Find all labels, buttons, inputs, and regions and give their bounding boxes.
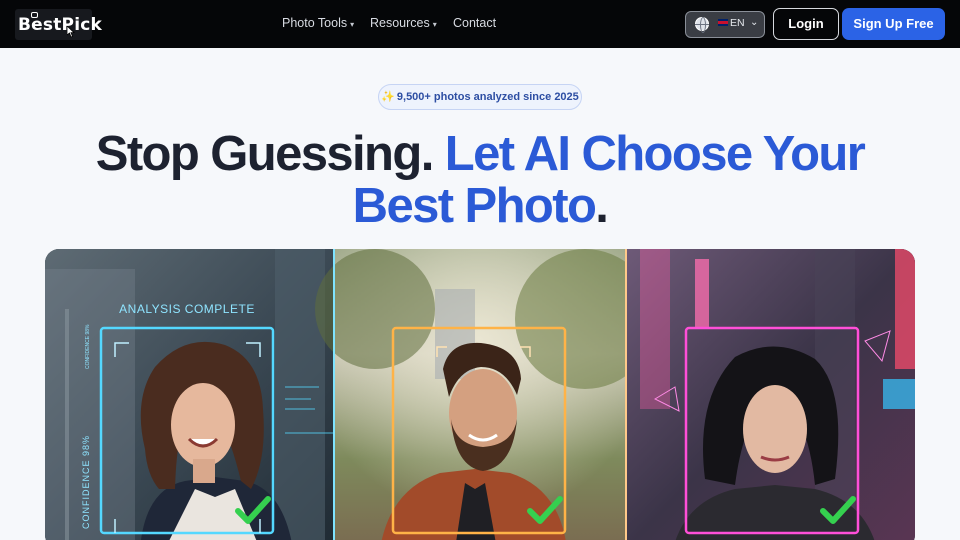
headline-blue-2: Best Photo <box>352 179 597 233</box>
headline-blue: Let AI Choose Your <box>444 127 866 181</box>
caret-down-icon: ▾ <box>432 20 437 29</box>
menu-photo-tools[interactable]: Photo Tools ▾ <box>282 16 354 30</box>
language-label: EN <box>730 17 745 29</box>
chevron-down-icon: ⌄ <box>750 17 759 28</box>
logo[interactable]: BestPick <box>15 9 102 40</box>
menu-resources[interactable]: Resources ▾ <box>370 16 437 30</box>
confidence-small: CONFIDENCE 98% <box>85 324 91 369</box>
top-navbar: BestPick Photo Tools ▾ Resources ▾ Contact… <box>0 0 960 48</box>
confidence-large: CONFIDENCE 98% <box>81 435 91 529</box>
analysis-label: ANALYSIS COMPLETE <box>119 302 255 316</box>
menu-contact[interactable]: Contact <box>453 16 496 30</box>
signup-button[interactable]: Sign Up Free <box>842 8 945 40</box>
headline-dark: Stop Guessing. <box>95 127 435 181</box>
showcase-illustration: ANALYSIS COMPLETE CONFIDENCE 98% CONFIDE… <box>45 249 915 540</box>
menu-label: Photo Tools <box>282 16 348 30</box>
stats-badge: ✨ 9,500+ photos analyzed since 2025 <box>378 84 582 110</box>
headline-line-1: Stop Guessing. Let AI Choose Your <box>0 128 960 180</box>
mouse-cursor-icon <box>67 26 75 38</box>
showcase-image: ANALYSIS COMPLETE CONFIDENCE 98% CONFIDE… <box>45 249 915 540</box>
sparkle-icon: ✨ <box>381 91 395 103</box>
globe-icon <box>695 17 709 33</box>
caret-down-icon: ▾ <box>350 20 355 29</box>
menu-label: Resources <box>370 16 430 30</box>
logo-text: BestPick <box>18 15 103 35</box>
language-select[interactable]: EN ⌄ <box>685 11 765 38</box>
menu-label: Contact <box>453 16 497 30</box>
login-button[interactable]: Login <box>773 8 839 40</box>
headline-line-2: Best Photo. <box>0 180 960 232</box>
badge-text: 9,500+ photos analyzed since 2025 <box>396 91 579 103</box>
uk-flag-icon <box>718 19 728 26</box>
headline-period: . <box>595 179 609 233</box>
